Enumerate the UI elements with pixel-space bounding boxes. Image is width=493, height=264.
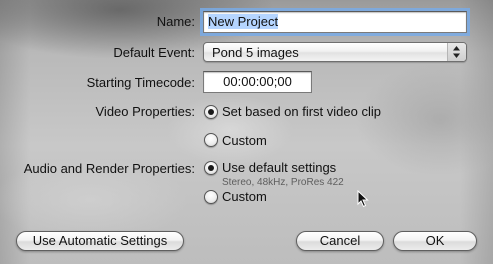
use-automatic-settings-button[interactable]: Use Automatic Settings [16,231,184,251]
video-custom-radio[interactable] [204,133,218,147]
default-event-popup[interactable]: Pond 5 images [203,42,467,62]
audio-default-settings-radio[interactable] [204,161,218,175]
mouse-pointer-icon [357,190,369,208]
name-field[interactable]: New Project [200,8,470,36]
up-down-arrows-icon [447,43,466,61]
name-value: New Project [208,14,279,29]
video-properties-label: Video Properties: [95,104,196,119]
ok-button[interactable]: OK [393,231,477,251]
audio-custom-radio[interactable] [204,190,218,204]
audio-default-settings-label[interactable]: Use default settings [222,160,336,175]
video-set-first-clip-radio[interactable] [204,105,218,119]
audio-custom-label[interactable]: Custom [222,189,267,204]
cancel-button[interactable]: Cancel [296,231,384,251]
background-image [0,0,493,264]
name-label: Name: [156,14,195,29]
starting-timecode-label: Starting Timecode: [86,75,195,90]
starting-timecode-field[interactable]: 00:00:00;00 [203,71,312,93]
video-set-first-clip-label[interactable]: Set based on first video clip [222,104,381,119]
video-custom-label[interactable]: Custom [222,133,267,148]
default-event-label: Default Event: [113,45,195,60]
audio-settings-hint: Stereo, 48kHz, ProRes 422 [222,177,344,188]
default-event-value: Pond 5 images [212,45,299,60]
audio-render-properties-label: Audio and Render Properties: [23,161,195,176]
